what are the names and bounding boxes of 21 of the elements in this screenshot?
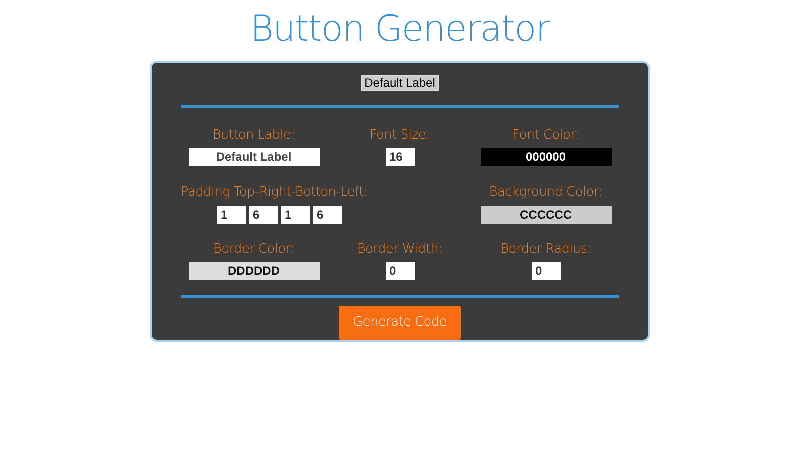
input-field[interactable]: 16 — [386, 148, 414, 166]
input-field[interactable]: 6 — [249, 206, 278, 224]
field-label: Padding Top-Right-Botton-Left: — [181, 184, 368, 202]
field-label: Button Lable: — [212, 126, 296, 145]
color-field[interactable]: CCCCCC — [480, 206, 612, 224]
field-label: Font Size: — [370, 126, 430, 145]
page-title: Button Generator — [250, 8, 550, 52]
field-label: Border Width: — [357, 240, 443, 259]
input-field[interactable]: 1 — [281, 206, 310, 224]
field-label: Background Color: — [489, 184, 603, 202]
field-label: Border Color: — [213, 240, 295, 259]
field-label: Font Color: — [512, 126, 580, 145]
color-field[interactable]: DDDDDD — [188, 262, 320, 280]
color-field[interactable]: 000000 — [480, 148, 612, 166]
preview-button[interactable]: Default Label — [360, 75, 440, 91]
field-label: Border Radius: — [500, 240, 592, 259]
input-field[interactable]: Default Label — [188, 148, 320, 166]
input-field[interactable]: 0 — [532, 262, 560, 280]
input-field[interactable]: 1 — [217, 206, 246, 224]
input-field[interactable]: 6 — [313, 206, 342, 224]
input-field[interactable]: 0 — [386, 262, 414, 280]
